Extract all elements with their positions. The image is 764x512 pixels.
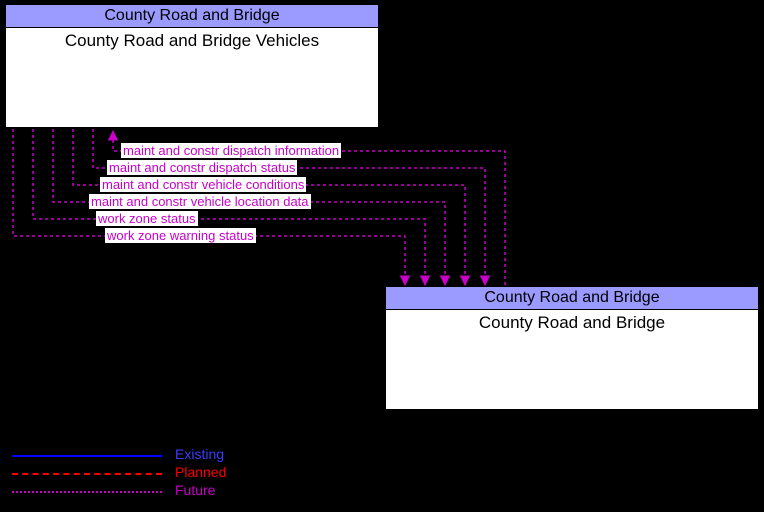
legend-label-future: Future bbox=[175, 482, 215, 498]
legend-label-planned: Planned bbox=[175, 464, 226, 480]
entity-main[interactable]: County Road and Bridge County Road and B… bbox=[384, 285, 760, 411]
flow-dispatch-status[interactable]: maint and constr dispatch status bbox=[107, 160, 297, 175]
entity-vehicles-title: County Road and Bridge Vehicles bbox=[6, 28, 378, 54]
legend-label-existing: Existing bbox=[175, 446, 224, 462]
flow-work-zone-status[interactable]: work zone status bbox=[96, 211, 198, 226]
flow-work-zone-warning[interactable]: work zone warning status bbox=[105, 228, 256, 243]
flow-vehicle-location[interactable]: maint and constr vehicle location data bbox=[89, 194, 311, 209]
legend-line-future bbox=[12, 491, 162, 493]
flow-vehicle-conditions[interactable]: maint and constr vehicle conditions bbox=[100, 177, 306, 192]
legend-line-existing bbox=[12, 455, 162, 457]
entity-main-header: County Road and Bridge bbox=[386, 287, 758, 310]
entity-vehicles[interactable]: County Road and Bridge County Road and B… bbox=[4, 3, 380, 129]
entity-vehicles-header: County Road and Bridge bbox=[6, 5, 378, 28]
flow-dispatch-information[interactable]: maint and constr dispatch information bbox=[121, 143, 341, 158]
entity-main-title: County Road and Bridge bbox=[386, 310, 758, 336]
legend-line-planned bbox=[12, 473, 162, 475]
